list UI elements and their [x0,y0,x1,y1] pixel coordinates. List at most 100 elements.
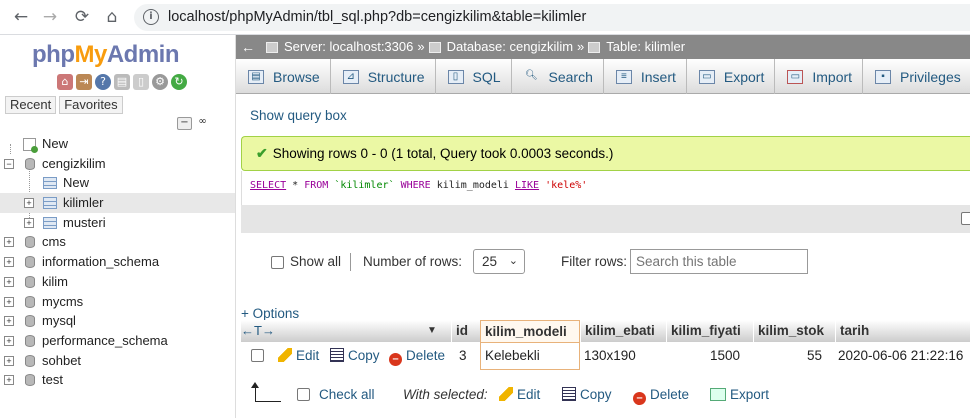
filter-rows-input[interactable] [630,249,808,274]
docs-icon[interactable]: ▤ [114,74,130,90]
expand-icon[interactable]: + [4,237,14,248]
column-header-id[interactable]: id [451,320,468,342]
tree-item-mycms[interactable]: + mycms [0,292,235,312]
tree-item-cms[interactable]: + cms [0,232,235,252]
bulk-copy-link[interactable]: Copy [562,383,612,407]
options-link[interactable]: + Options [241,306,299,321]
expand-icon[interactable]: + [4,276,14,287]
show-all-label[interactable]: Show all [290,254,341,269]
home-icon[interactable]: ⌂ [57,74,73,90]
profiling-checkbox[interactable] [961,212,970,225]
bulk-actions-bar: Check all With selected: Edit Copy – Dele… [236,382,970,407]
home-icon[interactable]: ⌂ [101,6,123,28]
tree-item-kilim[interactable]: + kilim [0,272,235,292]
back-arrow-icon[interactable]: ← [10,6,32,28]
number-of-rows-select[interactable]: 25 ⌄ [473,249,525,274]
cell-kilim-fiyati[interactable]: 1500 [710,342,740,369]
column-header-kilim-stok[interactable]: kilim_stok [753,320,824,342]
column-header-kilim-modeli[interactable]: kilim_modeli [480,320,580,342]
row-edit-link[interactable]: Edit [278,342,319,369]
logout-icon[interactable]: ⇥ [76,74,92,90]
tree-item-new[interactable]: New [0,134,235,154]
cell-id[interactable]: 3 [459,342,467,369]
collapse-all-icon[interactable]: − [177,117,192,130]
expand-icon[interactable]: + [4,257,14,268]
tab-search[interactable]: 🔍︎ Search [512,59,604,94]
database-icon [23,157,37,171]
separator [350,253,351,271]
breadcrumb-table[interactable]: Table: kilimler [606,35,685,59]
address-bar[interactable]: i localhost/phpMyAdmin/tbl_sql.php?db=ce… [134,4,970,31]
phpmyadmin-logo[interactable]: phpMyAdmin [32,41,180,69]
expand-icon[interactable]: + [4,375,14,386]
column-header-tarih[interactable]: tarih [835,320,869,342]
bulk-delete-link[interactable]: – Delete [633,383,689,407]
breadcrumb-database[interactable]: Database: cengizkilim [447,35,573,59]
sql-keyword[interactable]: LIKE [515,180,539,191]
cell-tarih[interactable]: 2020-06-06 21:22:16 [838,342,963,369]
expand-icon[interactable]: + [4,316,14,327]
tab-export[interactable]: ▭ Export [687,59,776,94]
check-all-label[interactable]: Check all [319,383,375,407]
tree-item-sohbet[interactable]: + sohbet [0,351,235,371]
sql-keyword[interactable]: SELECT [250,180,286,191]
favorites-tab[interactable]: Favorites [59,96,123,114]
filter-rows-label: Filter rows: [561,254,628,269]
tab-structure[interactable]: ⊿ Structure [331,59,436,94]
reload-icon[interactable]: ⟳ [71,6,93,28]
tree-item-test[interactable]: + test [0,370,235,390]
tab-import[interactable]: ▭ Import [775,59,864,94]
tree-item-kilimler[interactable]: + kilimler [0,193,235,213]
expand-icon[interactable]: + [4,355,14,366]
link-icon[interactable]: ∞ [195,117,210,130]
row-delete-link[interactable]: – Delete [389,342,445,369]
action-label: Copy [348,348,380,363]
cell-kilim-ebati[interactable]: 130x190 [584,342,636,369]
expand-icon[interactable]: + [4,296,14,307]
column-header-kilim-ebati[interactable]: kilim_ebati [580,320,655,342]
show-query-box-link[interactable]: Show query box [250,108,347,123]
bulk-export-link[interactable]: Export [710,383,769,407]
quick-icons: ⌂ ⇥ ? ▤ ▯ ⚙ ↻ [57,74,187,90]
bulk-edit-link[interactable]: Edit [499,383,540,407]
check-all-checkbox[interactable] [297,388,310,401]
site-info-icon[interactable]: i [143,9,159,25]
tree-item-musteri[interactable]: + musteri [0,213,235,233]
tab-privileges[interactable]: ▪ Privileges [863,59,970,94]
recent-tab[interactable]: Recent [5,96,57,114]
expand-icon[interactable]: + [4,335,14,346]
settings-page-icon[interactable]: ▯ [133,74,149,90]
tab-label: Search [548,68,593,85]
tree-item-information-schema[interactable]: + information_schema [0,252,235,272]
collapse-icon[interactable]: − [4,158,14,169]
show-all-checkbox[interactable] [271,256,284,269]
cell-kilim-modeli[interactable]: Kelebekli [485,342,540,369]
column-resize-arrows-icon[interactable]: ←T→ [241,320,275,342]
tab-insert[interactable]: ≡ Insert [604,59,687,94]
breadcrumb-server[interactable]: Server: localhost:3306 [284,35,413,59]
column-header-kilim-fiyati[interactable]: kilim_fiyati [666,320,741,342]
help-icon[interactable]: ? [95,74,111,90]
cell-kilim-stok[interactable]: 55 [807,342,822,369]
sql-string: 'kele%' [545,180,588,191]
expand-icon[interactable]: + [24,198,34,209]
url-text[interactable]: localhost/phpMyAdmin/tbl_sql.php?db=ceng… [168,9,586,25]
tree-item-mysql[interactable]: + mysql [0,311,235,331]
collapse-sidebar-icon[interactable]: ← [241,35,255,59]
reload-nav-icon[interactable]: ↻ [171,74,187,90]
tab-browse[interactable]: ▤ Browse [236,59,331,94]
tree-item-label: cms [42,234,66,250]
forward-arrow-icon[interactable]: → [39,6,61,28]
gear-icon[interactable]: ⚙ [152,74,168,90]
sort-caret-icon[interactable]: ▼ [427,320,437,342]
export-icon [710,388,726,401]
tree-item-performance-schema[interactable]: + performance_schema [0,331,235,351]
tree-item-new-table[interactable]: New [0,173,235,193]
tree-item-label: cengizkilim [42,155,106,171]
tab-sql[interactable]: ▯ SQL [436,59,512,94]
row-checkbox[interactable] [251,349,264,362]
row-copy-link[interactable]: Copy [330,342,380,369]
breadcrumb-separator: » [417,39,425,54]
expand-icon[interactable]: + [24,217,34,228]
tree-item-cengizkilim[interactable]: − cengizkilim [0,154,235,174]
